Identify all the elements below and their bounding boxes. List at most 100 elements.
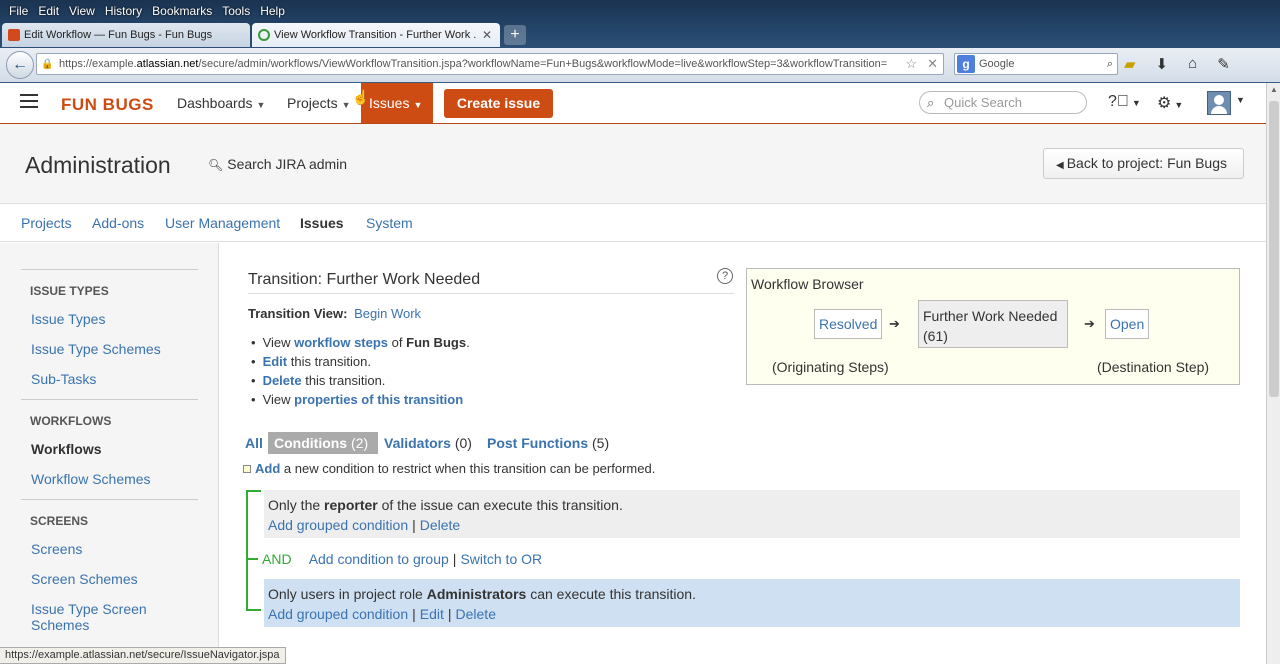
browser-menubar: File Edit View History Bookmarks Tools H… bbox=[0, 2, 290, 20]
url-text: https://example.atlassian.net/secure/adm… bbox=[59, 58, 888, 70]
nav-projects[interactable]: Projects ▼ bbox=[279, 83, 359, 123]
admin-header: Administration 🔍︎ Search JIRA admin ◀ Back… bbox=[0, 124, 1266, 204]
search-admin-link[interactable]: 🔍︎ Search JIRA admin bbox=[208, 156, 347, 172]
delete-condition-link[interactable]: Delete bbox=[456, 606, 496, 622]
browser-tabs: Edit Workflow — Fun Bugs - Fun Bugs View… bbox=[0, 23, 1280, 47]
menu-bookmarks[interactable]: Bookmarks bbox=[147, 2, 217, 20]
edit-condition-link[interactable]: Edit bbox=[420, 606, 444, 622]
browser-search-bar[interactable]: g Google ⌕ bbox=[954, 53, 1118, 75]
add-condition-line: Add a new condition to restrict when thi… bbox=[243, 461, 655, 476]
condition-row: Only users in project role Administrator… bbox=[264, 579, 1240, 627]
tab-title: Edit Workflow — Fun Bugs - Fun Bugs bbox=[24, 29, 213, 41]
group-operator-row: AND Add condition to group | Switch to OR bbox=[262, 551, 543, 567]
menu-view[interactable]: View bbox=[64, 2, 100, 20]
admin-menu[interactable]: ⚙ ▼ bbox=[1157, 93, 1183, 113]
transition-properties-link[interactable]: properties of this transition bbox=[294, 392, 463, 407]
stop-icon[interactable]: ✕ bbox=[927, 56, 938, 72]
tab-system[interactable]: System bbox=[366, 215, 413, 231]
sidebar-item-screens[interactable]: Screens bbox=[31, 541, 201, 557]
new-tab-button[interactable]: + bbox=[504, 25, 526, 45]
back-arrow-icon[interactable]: ← bbox=[6, 51, 34, 79]
delete-condition-link[interactable]: Delete bbox=[420, 517, 460, 533]
browser-tab-active[interactable]: View Workflow Transition - Further Work … bbox=[252, 23, 500, 47]
url-bar[interactable]: 🔒 https://example.atlassian.net/secure/a… bbox=[36, 53, 944, 75]
tab-issues[interactable]: Issues bbox=[300, 215, 344, 231]
admin-sidebar: ISSUE TYPES Issue Types Issue Type Schem… bbox=[0, 243, 219, 664]
bookmarks-icon[interactable]: ▰ bbox=[1124, 55, 1136, 73]
and-operator-label: AND bbox=[262, 551, 292, 567]
home-icon[interactable]: ⌂ bbox=[1188, 55, 1197, 73]
tab-all[interactable]: All bbox=[245, 432, 263, 454]
chevron-down-icon[interactable]: ▼ bbox=[1236, 95, 1245, 105]
sidebar-item-workflow-schemes[interactable]: Workflow Schemes bbox=[31, 471, 201, 487]
tab-post-functions[interactable]: Post Functions (5) bbox=[487, 432, 609, 454]
bookmark-star-icon[interactable]: ☆ bbox=[905, 56, 917, 72]
app-logo[interactable]: FUN BUGS bbox=[61, 95, 154, 115]
add-grouped-condition-link[interactable]: Add grouped condition bbox=[268, 517, 408, 533]
menu-edit[interactable]: Edit bbox=[33, 2, 64, 20]
sidebar-item-issue-types[interactable]: Issue Types bbox=[31, 311, 201, 327]
tools-icon[interactable]: ✎ bbox=[1217, 55, 1230, 73]
sidebar-item-sub-tasks[interactable]: Sub-Tasks bbox=[31, 371, 201, 387]
browser-tab[interactable]: Edit Workflow — Fun Bugs - Fun Bugs bbox=[2, 23, 250, 47]
user-avatar[interactable] bbox=[1207, 91, 1231, 115]
menu-file[interactable]: File bbox=[4, 2, 33, 20]
arrow-left-icon: ◀ bbox=[1056, 160, 1064, 171]
transition-title: Transition: Further Work Needed bbox=[248, 271, 481, 288]
menu-tools[interactable]: Tools bbox=[217, 2, 255, 20]
help-icon[interactable]: ? bbox=[717, 268, 733, 284]
admin-tabs: Projects Add-ons User Management Issues … bbox=[0, 204, 1266, 242]
sidebar-item-screen-schemes[interactable]: Screen Schemes bbox=[31, 571, 201, 587]
tab-validators[interactable]: Validators (0) bbox=[384, 432, 472, 454]
close-tab-icon[interactable]: ✕ bbox=[482, 28, 492, 42]
tab-conditions[interactable]: Conditions (2) bbox=[268, 432, 378, 454]
help-menu[interactable]: ?⃝ ▼ bbox=[1108, 93, 1141, 111]
transition-view-link[interactable]: Begin Work bbox=[354, 306, 421, 321]
menu-help[interactable]: Help bbox=[255, 2, 290, 20]
add-condition-to-group-link[interactable]: Add condition to group bbox=[309, 551, 449, 567]
google-icon: g bbox=[957, 55, 975, 73]
sidebar-item-issue-type-screen-schemes[interactable]: Issue Type Screen Schemes bbox=[31, 601, 171, 633]
divider bbox=[248, 293, 734, 294]
nav-issues[interactable]: Issues ▼ bbox=[361, 83, 433, 123]
search-icon: ⌕ bbox=[927, 95, 935, 110]
destination-step-link[interactable]: Open bbox=[1105, 309, 1150, 339]
tab-add-ons[interactable]: Add-ons bbox=[92, 215, 144, 231]
back-to-project-button[interactable]: ◀ Back to project: Fun Bugs bbox=[1043, 148, 1244, 179]
switch-to-or-link[interactable]: Switch to OR bbox=[460, 551, 542, 567]
scrollbar-thumb[interactable] bbox=[1269, 101, 1279, 397]
menu-icon[interactable] bbox=[20, 94, 38, 110]
tab-title: View Workflow Transition - Further Work … bbox=[274, 29, 476, 41]
transition-view-label: Transition View: bbox=[248, 306, 348, 321]
browser-toolbar-icons: ▰ ⬇ ⌂ ✎ bbox=[1124, 55, 1230, 73]
tab-user-management[interactable]: User Management bbox=[165, 215, 280, 231]
download-icon[interactable]: ⬇ bbox=[1156, 55, 1169, 73]
gear-icon: ⚙ bbox=[1157, 95, 1172, 112]
tab-projects[interactable]: Projects bbox=[21, 215, 72, 231]
workflow-steps-link[interactable]: workflow steps bbox=[294, 335, 388, 350]
workflow-browser: Workflow Browser Resolved ➔ Further Work… bbox=[746, 268, 1240, 385]
search-icon[interactable]: ⌕ bbox=[1107, 58, 1113, 71]
search-engine-label: Google bbox=[979, 58, 1015, 70]
create-issue-button[interactable]: Create issue bbox=[444, 89, 553, 118]
transition-actions: View workflow steps of Fun Bugs. Edit th… bbox=[251, 334, 470, 410]
nav-dashboards[interactable]: Dashboards ▼ bbox=[169, 83, 273, 123]
sidebar-item-workflows[interactable]: Workflows bbox=[31, 441, 201, 457]
originating-step-link[interactable]: Resolved bbox=[814, 309, 883, 339]
menu-history[interactable]: History bbox=[100, 2, 147, 20]
arrow-right-icon: ➔ bbox=[889, 316, 900, 331]
edit-transition-link[interactable]: Edit bbox=[263, 354, 288, 369]
quick-search-input[interactable]: ⌕ Quick Search bbox=[919, 91, 1087, 114]
arrow-right-icon: ➔ bbox=[1084, 316, 1095, 331]
add-grouped-condition-link[interactable]: Add grouped condition bbox=[268, 606, 408, 622]
browser-navbar: ← 🔒 https://example.atlassian.net/secure… bbox=[0, 48, 1280, 82]
scroll-up-icon[interactable]: ▲ bbox=[1270, 85, 1278, 94]
delete-transition-link[interactable]: Delete bbox=[263, 373, 302, 388]
list-item: View workflow steps of Fun Bugs. bbox=[251, 334, 470, 353]
browser-chrome: File Edit View History Bookmarks Tools H… bbox=[0, 0, 1280, 83]
chevron-down-icon: ▼ bbox=[1131, 98, 1141, 108]
divider bbox=[21, 269, 198, 270]
scrollbar[interactable]: ▲ bbox=[1266, 83, 1280, 664]
sidebar-item-issue-type-schemes[interactable]: Issue Type Schemes bbox=[31, 341, 201, 357]
add-condition-link[interactable]: Add bbox=[255, 461, 280, 476]
